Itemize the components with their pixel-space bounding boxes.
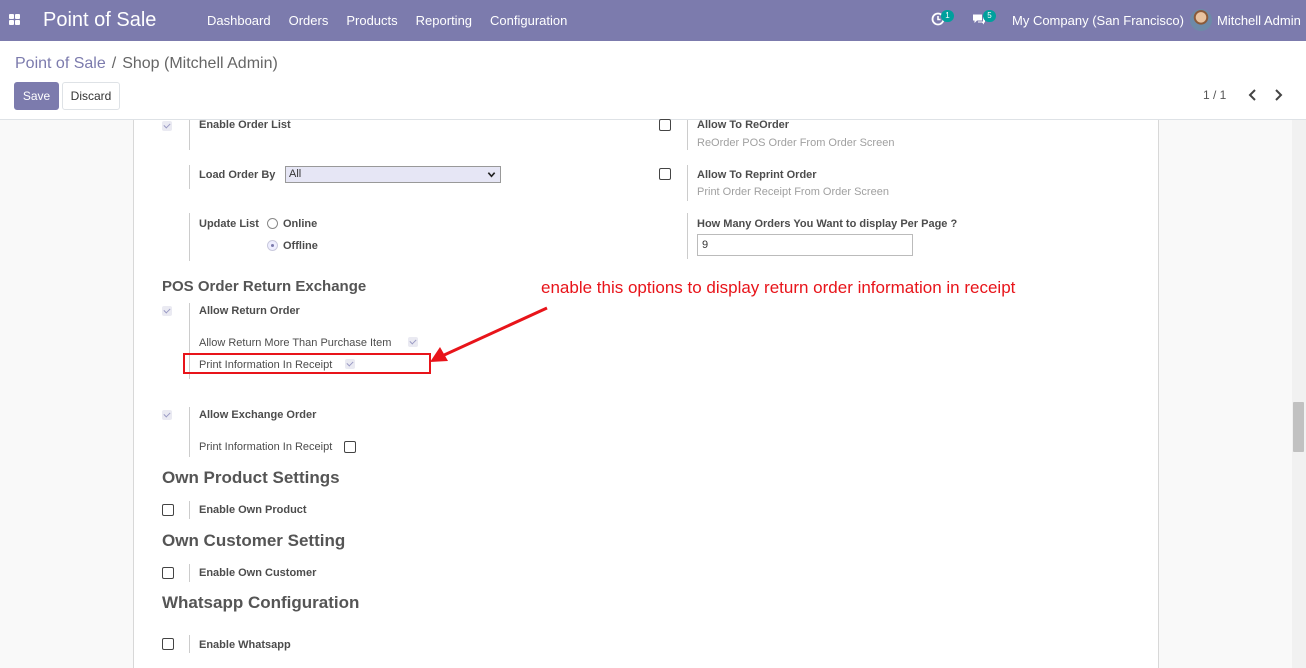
load-order-by-label: Load Order By xyxy=(199,169,276,181)
orders-per-page-label: How Many Orders You Want to display Per … xyxy=(697,218,958,230)
message-count-badge: 5 xyxy=(983,10,996,22)
allow-return-more-checkbox[interactable] xyxy=(408,337,418,347)
divider xyxy=(189,564,190,582)
user-avatar[interactable] xyxy=(1190,9,1212,31)
form-sheet xyxy=(133,120,1159,668)
breadcrumb: Point of Sale / Shop (Mitchell Admin) xyxy=(15,54,278,74)
activity-count-badge: 1 xyxy=(941,10,954,22)
divider xyxy=(687,120,688,150)
allow-reorder-help: ReOrder POS Order From Order Screen xyxy=(697,137,895,149)
main-menu: Dashboard Orders Products Reporting Conf… xyxy=(198,0,576,41)
menu-reporting[interactable]: Reporting xyxy=(407,13,481,28)
menu-orders[interactable]: Orders xyxy=(280,13,338,28)
allow-reorder-checkbox[interactable] xyxy=(659,119,671,131)
allow-reprint-checkbox[interactable] xyxy=(659,168,671,180)
section-return-exchange-title: POS Order Return Exchange xyxy=(162,278,367,295)
allow-exchange-order-checkbox[interactable] xyxy=(162,410,172,420)
app-title[interactable]: Point of Sale xyxy=(43,8,156,32)
menu-dashboard[interactable]: Dashboard xyxy=(198,13,280,28)
breadcrumb-parent[interactable]: Point of Sale xyxy=(15,55,106,72)
enable-whatsapp-checkbox[interactable] xyxy=(162,638,174,650)
section-whatsapp-title: Whatsapp Configuration xyxy=(162,593,360,612)
update-list-offline-label: Offline xyxy=(283,240,318,252)
control-panel: Point of Sale / Shop (Mitchell Admin) Save… xyxy=(0,41,1306,120)
enable-order-list-checkbox[interactable] xyxy=(162,121,172,131)
user-menu[interactable]: Mitchell Admin xyxy=(1217,13,1301,28)
enable-own-customer-label: Enable Own Customer xyxy=(199,567,317,579)
section-own-customer-title: Own Customer Setting xyxy=(162,531,346,550)
annotation-highlight-box xyxy=(183,353,431,374)
pager-value[interactable]: 1 / 1 xyxy=(1203,88,1226,102)
allow-reprint-help: Print Order Receipt From Order Screen xyxy=(697,186,889,198)
save-button[interactable]: Save xyxy=(14,82,59,110)
divider xyxy=(687,165,688,201)
top-navbar: Point of Sale Dashboard Orders Products … xyxy=(0,0,1306,41)
load-order-by-value: All xyxy=(289,168,302,180)
orders-per-page-input[interactable]: 9 xyxy=(697,234,913,256)
enable-whatsapp-label: Enable Whatsapp xyxy=(199,639,291,651)
update-list-label: Update List xyxy=(199,218,259,230)
allow-reprint-label: Allow To Reprint Order xyxy=(697,169,817,181)
divider xyxy=(189,407,190,457)
page-scrollbar[interactable] xyxy=(1292,120,1306,668)
allow-exchange-order-label: Allow Exchange Order xyxy=(199,409,317,421)
allow-reorder-label: Allow To ReOrder xyxy=(697,119,790,131)
form-view: Enable Order List Load Order By All Upda… xyxy=(0,119,1306,668)
update-list-online-label: Online xyxy=(283,218,318,230)
allow-return-more-label: Allow Return More Than Purchase Item xyxy=(199,337,392,349)
apps-menu-icon[interactable] xyxy=(9,14,20,25)
divider xyxy=(687,213,688,259)
divider xyxy=(189,501,190,519)
section-own-product-title: Own Product Settings xyxy=(162,468,340,487)
divider xyxy=(189,120,190,150)
company-switcher[interactable]: My Company (San Francisco) xyxy=(1012,13,1184,28)
update-list-offline-radio[interactable] xyxy=(267,240,278,251)
divider xyxy=(189,635,190,653)
allow-return-order-checkbox[interactable] xyxy=(162,306,172,316)
scrollbar-thumb[interactable] xyxy=(1293,402,1304,452)
load-order-by-select[interactable]: All xyxy=(285,166,501,183)
divider xyxy=(189,213,190,261)
chevron-down-icon xyxy=(487,172,496,178)
menu-configuration[interactable]: Configuration xyxy=(481,13,576,28)
exchange-print-info-label: Print Information In Receipt xyxy=(199,441,333,453)
enable-own-product-label: Enable Own Product xyxy=(199,504,307,516)
breadcrumb-current: Shop (Mitchell Admin) xyxy=(122,55,278,72)
divider xyxy=(189,165,190,189)
enable-own-product-checkbox[interactable] xyxy=(162,504,174,516)
exchange-print-info-checkbox[interactable] xyxy=(344,441,356,453)
enable-order-list-label: Enable Order List xyxy=(199,119,291,131)
discard-button[interactable]: Discard xyxy=(62,82,120,110)
annotation-text: enable this options to display return or… xyxy=(541,278,1016,297)
enable-own-customer-checkbox[interactable] xyxy=(162,567,174,579)
chevron-left-icon[interactable] xyxy=(1246,88,1260,102)
allow-return-order-label: Allow Return Order xyxy=(199,305,300,317)
menu-products[interactable]: Products xyxy=(337,13,406,28)
chevron-right-icon[interactable] xyxy=(1271,88,1285,102)
update-list-online-radio[interactable] xyxy=(267,218,278,229)
breadcrumb-separator: / xyxy=(111,55,117,72)
annotation-arrow-icon xyxy=(430,306,548,362)
